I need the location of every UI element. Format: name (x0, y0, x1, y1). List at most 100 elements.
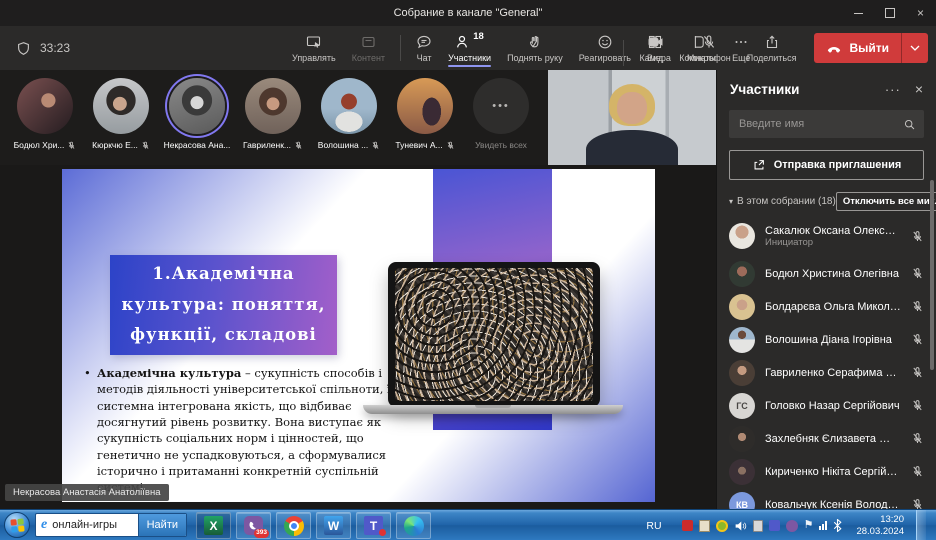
share-button[interactable]: Поделиться (739, 34, 805, 63)
meeting-section-toggle[interactable]: ▾ В этом собрании (18) (729, 196, 836, 207)
tray-antivirus-icon[interactable] (682, 520, 693, 531)
tray-clipboard-icon[interactable] (753, 520, 763, 532)
participant-avatar (729, 459, 755, 485)
meeting-toolbar: 33:23 Управлять Контент Чат 18 Учас (0, 26, 936, 70)
participant-avatar (729, 360, 755, 386)
teams-taskbar-button[interactable]: T (356, 512, 391, 539)
clock-date: 28.03.2024 (856, 526, 904, 537)
camera-button[interactable]: Камера (631, 34, 678, 63)
participant-search[interactable] (729, 110, 924, 138)
viber-badge: 393 (254, 529, 269, 539)
volume-icon[interactable] (734, 520, 747, 532)
chat-button[interactable]: Чат (408, 26, 440, 70)
presenter-name-label: Некрасова Анастасія Анатоліївна (5, 484, 169, 501)
participant-row[interactable]: Захлебняк Єлизавета Юріївна (717, 422, 936, 455)
toolbar-divider (400, 35, 401, 61)
participant-thumbnail[interactable]: ••• Увидеть всех (466, 70, 536, 165)
restore-button[interactable] (874, 0, 905, 26)
participant-avatar (729, 426, 755, 452)
participant-row[interactable]: КВ Ковальчук Ксенія Володимирів... (717, 488, 936, 509)
manage-label: Управлять (292, 53, 336, 63)
start-button[interactable] (4, 512, 30, 538)
excel-taskbar-button[interactable]: X (196, 512, 231, 539)
participants-button[interactable]: 18 Участники (440, 26, 499, 70)
taskbar-clock[interactable]: 13:20 28.03.2024 (856, 514, 904, 537)
laptop-image (388, 262, 600, 407)
close-button[interactable]: × (905, 0, 936, 26)
shared-content-area: 1.Академічна культура: поняття, функції,… (0, 165, 716, 509)
find-button[interactable]: Найти (138, 514, 186, 536)
laptop-base (363, 405, 623, 414)
participant-thumbnail[interactable]: Волошина ... (314, 70, 384, 165)
participant-row[interactable]: Гавриленко Серафима Сергіївна (717, 356, 936, 389)
leave-button[interactable]: Выйти (814, 40, 901, 56)
participant-avatar (397, 78, 453, 134)
tray-document-icon[interactable] (699, 520, 710, 532)
shield-icon (16, 41, 31, 56)
taskbar-search-input[interactable] (50, 518, 137, 532)
teams-notification-dot (379, 529, 386, 536)
show-desktop-button[interactable] (916, 510, 926, 540)
mic-button[interactable]: Микрофон (679, 34, 739, 63)
participant-name: Бодюл Христина Олегівна (765, 268, 901, 280)
tray-teams-icon[interactable] (769, 520, 780, 531)
participant-thumbnail[interactable]: Некрасова Ана... (162, 70, 232, 165)
active-speaker-video[interactable] (548, 70, 716, 165)
manage-button[interactable]: Управлять (284, 26, 344, 70)
leave-options-button[interactable] (901, 33, 928, 63)
excel-icon: X (204, 516, 223, 535)
muted-mic-icon (911, 333, 924, 346)
minimize-button[interactable] (843, 0, 874, 26)
share-label: Поделиться (747, 53, 797, 63)
bullet-body: – сукупність способів і методів діяльнос… (97, 366, 394, 494)
participant-row[interactable]: Волошина Діана Ігорівна (717, 323, 936, 356)
participant-row[interactable]: Болдарєва Ольга Миколаївна (717, 290, 936, 323)
language-indicator[interactable]: RU (646, 520, 661, 532)
edge-taskbar-button[interactable] (396, 512, 431, 539)
tray-viber-icon[interactable] (786, 520, 798, 532)
content-button[interactable]: Контент (344, 26, 393, 70)
edge-icon (404, 516, 424, 536)
meeting-stage: Бодюл Хри... Кюркчю Е... Некрасова Ана..… (0, 70, 936, 509)
panel-close-icon[interactable]: × (915, 81, 923, 97)
taskbar-search-box[interactable]: e Найти (35, 513, 187, 537)
tray-flag-icon[interactable]: ⚑ (804, 520, 814, 531)
participant-row[interactable]: Кириченко Нікіта Сергійович (717, 455, 936, 488)
camera-icon (647, 34, 664, 50)
restore-icon (885, 8, 895, 18)
search-input[interactable] (737, 117, 903, 131)
muted-mic-icon (911, 465, 924, 478)
participant-name: Болдарєва Ольга Миколаївна (765, 301, 901, 313)
thumbnail-name: Увидеть всех (475, 140, 527, 150)
stage-left-column: Бодюл Хри... Кюркчю Е... Некрасова Ана..… (0, 70, 716, 509)
participant-thumbnail[interactable]: Туневич А... (390, 70, 460, 165)
tray-shield-icon[interactable] (716, 520, 728, 532)
mute-all-button[interactable]: Отключить все мик... (836, 192, 936, 211)
content-label: Контент (352, 53, 385, 63)
send-invite-button[interactable]: Отправка приглашения (729, 150, 924, 180)
muted-mic-icon (67, 141, 76, 150)
participant-thumbnail[interactable]: Бодюл Хри... (10, 70, 80, 165)
participant-thumbnail[interactable]: Кюркчю Е... (86, 70, 156, 165)
monitor-cursor-icon (305, 34, 322, 50)
panel-more-icon[interactable]: ··· (885, 82, 901, 97)
participant-thumbnails-strip: Бодюл Хри... Кюркчю Е... Некрасова Ана..… (0, 70, 548, 165)
muted-mic-icon (446, 141, 455, 150)
participant-row[interactable]: Бодюл Христина Олегівна (717, 257, 936, 290)
bluetooth-icon[interactable] (833, 519, 842, 532)
chrome-taskbar-button[interactable] (276, 512, 311, 539)
participant-role: Инициатор (765, 237, 901, 248)
raise-hand-button[interactable]: Поднять руку (499, 26, 571, 70)
participant-row[interactable]: ГС Головко Назар Сергійович (717, 389, 936, 422)
network-signal-icon[interactable] (819, 521, 827, 530)
participant-thumbnail[interactable]: Гавриленк... (238, 70, 308, 165)
viber-taskbar-button[interactable]: 393 (236, 512, 271, 539)
word-taskbar-button[interactable]: W (316, 512, 351, 539)
leave-split-button: Выйти (814, 33, 928, 63)
participant-avatar: ••• (473, 78, 529, 134)
participant-name: Ковальчук Ксенія Володимирів... (765, 499, 901, 510)
panel-scrollbar[interactable] (930, 180, 934, 370)
muted-mic-icon (911, 498, 924, 509)
participant-name: Головко Назар Сергійович (765, 400, 901, 412)
participant-row[interactable]: Сакалюк Оксана Олександрівна Инициатор (717, 215, 936, 257)
